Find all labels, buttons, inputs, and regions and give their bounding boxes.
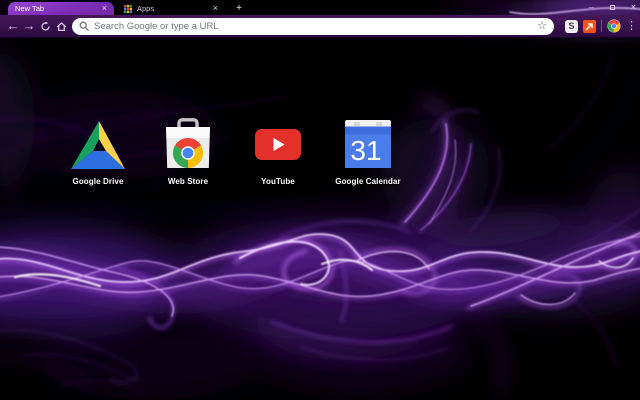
shortcut-youtube[interactable]: YouTube	[233, 118, 323, 186]
extension-s-icon[interactable]: S	[565, 19, 578, 33]
chrome-web-store-icon	[166, 118, 210, 168]
shortcut-label: Google Calendar	[335, 177, 401, 186]
new-tab-page: Google Drive Web Store YouTube 31 Google…	[0, 38, 640, 400]
toolbar-separator	[601, 20, 602, 32]
calendar-date: 31	[350, 135, 381, 166]
new-tab-button[interactable]: +	[233, 3, 245, 15]
google-calendar-icon: 31	[345, 120, 391, 168]
address-bar-placeholder: Search Google or type a URL	[94, 20, 219, 32]
tab-strip: New Tab × Apps × + – ×	[0, 0, 640, 15]
orange-arrow-extension-icon[interactable]	[583, 19, 596, 33]
shortcut-label: YouTube	[261, 177, 295, 186]
search-icon	[79, 21, 89, 31]
tab-new-tab[interactable]: New Tab ×	[8, 2, 114, 15]
home-button[interactable]	[53, 15, 69, 37]
browser-window: New Tab × Apps × + – × ← → Search Google…	[0, 0, 640, 400]
tab-close-icon[interactable]: ×	[102, 4, 107, 13]
shortcut-google-drive[interactable]: Google Drive	[53, 118, 143, 186]
youtube-icon	[255, 128, 301, 160]
maximize-button[interactable]	[609, 4, 615, 10]
bookmark-star-icon[interactable]: ☆	[537, 20, 547, 32]
reload-button[interactable]	[37, 15, 53, 37]
address-bar[interactable]: Search Google or type a URL ☆	[72, 17, 554, 35]
apps-grid-icon	[124, 4, 132, 13]
back-button[interactable]: ←	[5, 15, 21, 37]
menu-icon[interactable]: ⋮	[626, 20, 637, 32]
shortcut-label: Web Store	[167, 177, 209, 186]
shortcut-web-store[interactable]: Web Store	[143, 118, 233, 186]
shortcut-google-calendar[interactable]: 31 Google Calendar	[323, 118, 413, 186]
google-drive-icon	[71, 121, 125, 169]
browser-toolbar: ← → Search Google or type a URL ☆ S ⋮	[0, 15, 640, 38]
window-controls: – ×	[589, 1, 636, 13]
tab-apps[interactable]: Apps ×	[117, 2, 225, 15]
shortcut-label: Google Drive	[72, 177, 124, 186]
chrome-profile-icon[interactable]	[607, 19, 621, 33]
tab-title: New Tab	[15, 4, 45, 13]
forward-button[interactable]: →	[21, 15, 37, 37]
app-shortcuts: Google Drive Web Store YouTube 31 Google…	[53, 118, 413, 186]
tab-title: Apps	[137, 4, 155, 13]
tab-close-icon[interactable]: ×	[213, 4, 218, 13]
close-button[interactable]: ×	[631, 1, 636, 13]
minimize-button[interactable]: –	[589, 1, 594, 13]
